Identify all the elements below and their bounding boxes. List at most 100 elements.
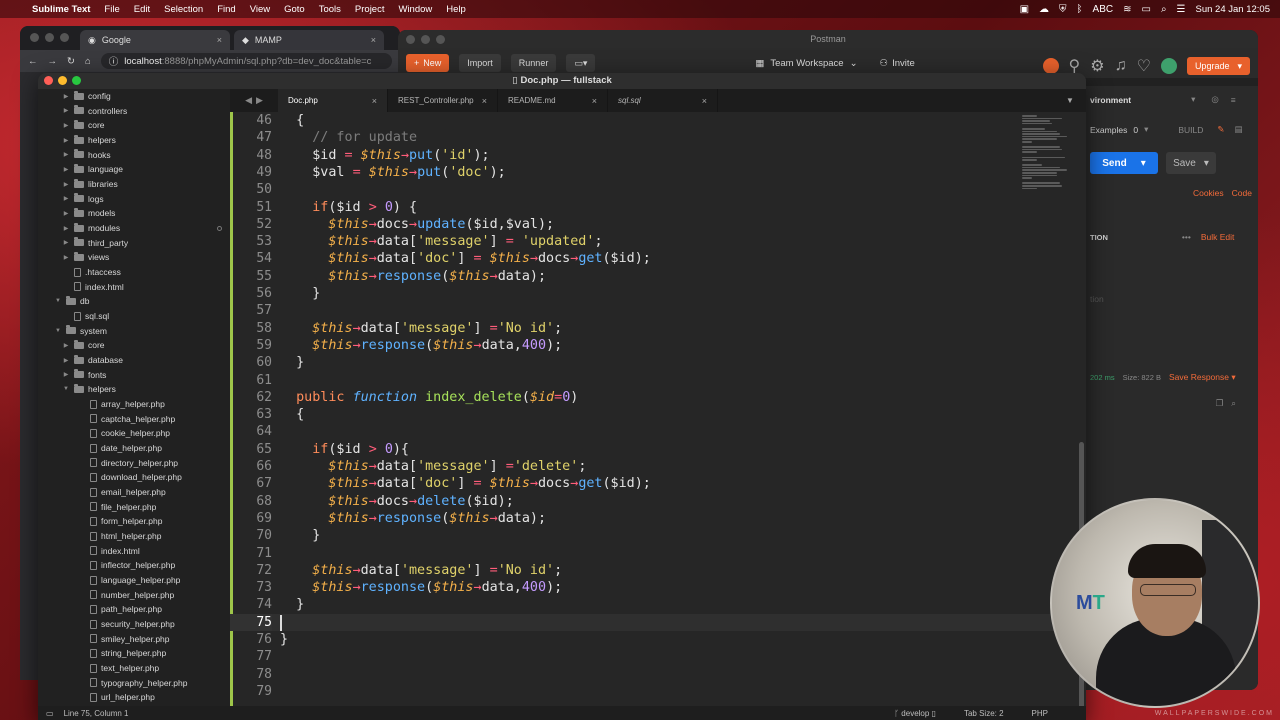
menubar-clock[interactable]: Sun 24 Jan 12:05 (1196, 4, 1270, 15)
sidebar-tree-item[interactable]: ▶ helpers (62, 133, 116, 147)
menu-view[interactable]: View (250, 4, 270, 15)
control-center-icon[interactable]: ☰ (1177, 4, 1186, 15)
sidebar-tree-item[interactable]: ▶ third_party (62, 236, 128, 250)
sliders-icon[interactable]: ≡ (1231, 95, 1236, 105)
cookies-link[interactable]: Cookies (1193, 188, 1224, 198)
reload-icon[interactable]: ↻ (67, 56, 75, 67)
tab-sql[interactable]: sql.sql × (608, 89, 718, 112)
new-button[interactable]: + New (406, 54, 450, 72)
doc-icon[interactable]: ▤ (1235, 124, 1243, 135)
tab-prev-icon[interactable]: ◀ (245, 95, 252, 106)
sidebar-tree-item[interactable]: file_helper.php (78, 500, 156, 514)
search-icon[interactable]: ⌕ (1231, 398, 1236, 409)
sidebar-tree-item[interactable]: form_helper.php (78, 514, 162, 528)
cloud-icon[interactable]: ☁ (1039, 4, 1049, 15)
sidebar-tree-item[interactable]: ▼ db (54, 294, 89, 308)
import-button[interactable]: Import (459, 54, 501, 72)
pencil-icon[interactable]: ✎ (1217, 124, 1224, 135)
menu-file[interactable]: File (104, 4, 119, 15)
sidebar-tree-item[interactable]: sql.sql (62, 309, 109, 323)
more-icon[interactable]: ••• (1182, 232, 1191, 242)
workspace-switcher[interactable]: ▦ Team Workspace ⌄ (755, 58, 857, 69)
close-icon[interactable]: × (372, 96, 377, 106)
sidebar-tree-item[interactable]: index.html (62, 280, 124, 294)
code-editor[interactable]: 46 {47 // for update 48 $id = $this→put('… (230, 112, 1086, 706)
disclosure-closed-icon[interactable]: ▶ (62, 239, 70, 246)
screen-icon[interactable]: ▣ (1020, 4, 1029, 15)
browser-tab-google[interactable]: ◉ Google × (80, 30, 230, 50)
settings-icon[interactable]: ⚙ (1090, 56, 1104, 76)
menubar-app-name[interactable]: Sublime Text (32, 4, 90, 15)
tab-overflow-icon[interactable]: ▼ (1066, 89, 1086, 112)
sidebar-tree-item[interactable]: index.html (78, 544, 140, 558)
sidebar-tree-item[interactable]: ▶ fonts (62, 368, 106, 382)
sidebar-tree-item[interactable]: ▶ language (62, 162, 123, 176)
disclosure-closed-icon[interactable]: ▶ (62, 93, 70, 100)
wifi-icon[interactable]: ≋ (1123, 4, 1131, 15)
sidebar-tree-item[interactable]: ▼ system (54, 324, 107, 338)
menu-edit[interactable]: Edit (134, 4, 150, 15)
minimap[interactable] (1022, 114, 1072, 214)
sidebar-toggle-icon[interactable]: ▭ (46, 709, 54, 718)
bluetooth-icon[interactable]: ᛒ (1077, 4, 1083, 15)
disclosure-closed-icon[interactable]: ▶ (62, 225, 70, 232)
sidebar-tree-item[interactable]: array_helper.php (78, 397, 165, 411)
description-cell[interactable]: tion (1084, 294, 1258, 304)
disclosure-closed-icon[interactable]: ▶ (62, 371, 70, 378)
tab-readme[interactable]: README.md × (498, 89, 608, 112)
sidebar-tree-item[interactable]: ▶ modules (62, 221, 120, 235)
sidebar-tree-item[interactable]: ▶ core (62, 338, 105, 352)
home-icon[interactable]: ⌂ (85, 56, 91, 67)
sidebar-tree-item[interactable]: date_helper.php (78, 441, 162, 455)
zoom-window-button[interactable] (72, 76, 81, 85)
minimize-window-button[interactable] (58, 76, 67, 85)
sidebar-tree-item[interactable]: inflector_helper.php (78, 558, 175, 572)
close-icon[interactable]: × (702, 96, 707, 106)
browser-tab-mamp[interactable]: ◆ MAMP × (234, 30, 384, 50)
sidebar-tree-item[interactable]: path_helper.php (78, 602, 162, 616)
send-button[interactable]: Send ▾ (1090, 152, 1158, 174)
save-button[interactable]: Save ▾ (1166, 152, 1216, 174)
sidebar-tree-item[interactable]: html_helper.php (78, 529, 162, 543)
sidebar-tree-item[interactable]: ▶ database (62, 353, 123, 367)
syntax-mode[interactable]: PHP (1032, 709, 1048, 718)
address-bar[interactable]: ⓘ localhost:8888/phpMyAdmin/sql.php?db=d… (100, 53, 392, 69)
back-icon[interactable]: ← (28, 56, 38, 67)
menu-help[interactable]: Help (446, 4, 466, 15)
eye-icon[interactable]: ◎ (1211, 94, 1218, 105)
close-icon[interactable]: × (371, 35, 376, 45)
environment-select[interactable]: vironment ▾ ◎ ≡ (1084, 94, 1258, 105)
menu-window[interactable]: Window (398, 4, 432, 15)
disclosure-open-icon[interactable]: ▼ (54, 328, 62, 334)
git-branch[interactable]: ᚴ develop ▯ (894, 709, 936, 718)
disclosure-closed-icon[interactable]: ▶ (62, 254, 70, 261)
sidebar-tree-item[interactable]: email_helper.php (78, 485, 166, 499)
disclosure-closed-icon[interactable]: ▶ (62, 195, 70, 202)
sidebar-tree-item[interactable]: smiley_helper.php (78, 632, 170, 646)
menu-tools[interactable]: Tools (319, 4, 341, 15)
sidebar-tree-item[interactable]: captcha_helper.php (78, 412, 175, 426)
save-response-button[interactable]: Save Response ▾ (1169, 372, 1236, 383)
menu-selection[interactable]: Selection (164, 4, 203, 15)
disclosure-open-icon[interactable]: ▼ (62, 386, 70, 392)
shield-icon[interactable]: ⛨ (1059, 4, 1067, 15)
close-icon[interactable]: × (482, 96, 487, 106)
menu-project[interactable]: Project (355, 4, 385, 15)
sidebar-tree-item[interactable]: string_helper.php (78, 646, 166, 660)
search-icon[interactable]: ⌕ (1161, 4, 1167, 15)
copy-icon[interactable]: ❐ (1216, 398, 1224, 409)
battery-icon[interactable]: ▭ (1141, 4, 1150, 15)
disclosure-closed-icon[interactable]: ▶ (62, 166, 70, 173)
sidebar-tree-item[interactable]: cookie_helper.php (78, 426, 170, 440)
disclosure-closed-icon[interactable]: ▶ (62, 357, 70, 364)
sidebar-tree-item[interactable]: typography_helper.php (78, 676, 188, 690)
invite-button[interactable]: ⚇ Invite (880, 58, 915, 69)
examples-label[interactable]: Examples (1090, 125, 1127, 135)
sidebar-tree-item[interactable]: ▶ logs (62, 192, 104, 206)
code-link[interactable]: Code (1232, 188, 1252, 198)
disclosure-closed-icon[interactable]: ▶ (62, 137, 70, 144)
tab-size[interactable]: Tab Size: 2 (964, 709, 1004, 718)
sidebar-tree-item[interactable]: text_helper.php (78, 661, 159, 675)
upgrade-button[interactable]: Upgrade ▾ (1186, 57, 1250, 75)
disclosure-open-icon[interactable]: ▼ (54, 298, 62, 304)
